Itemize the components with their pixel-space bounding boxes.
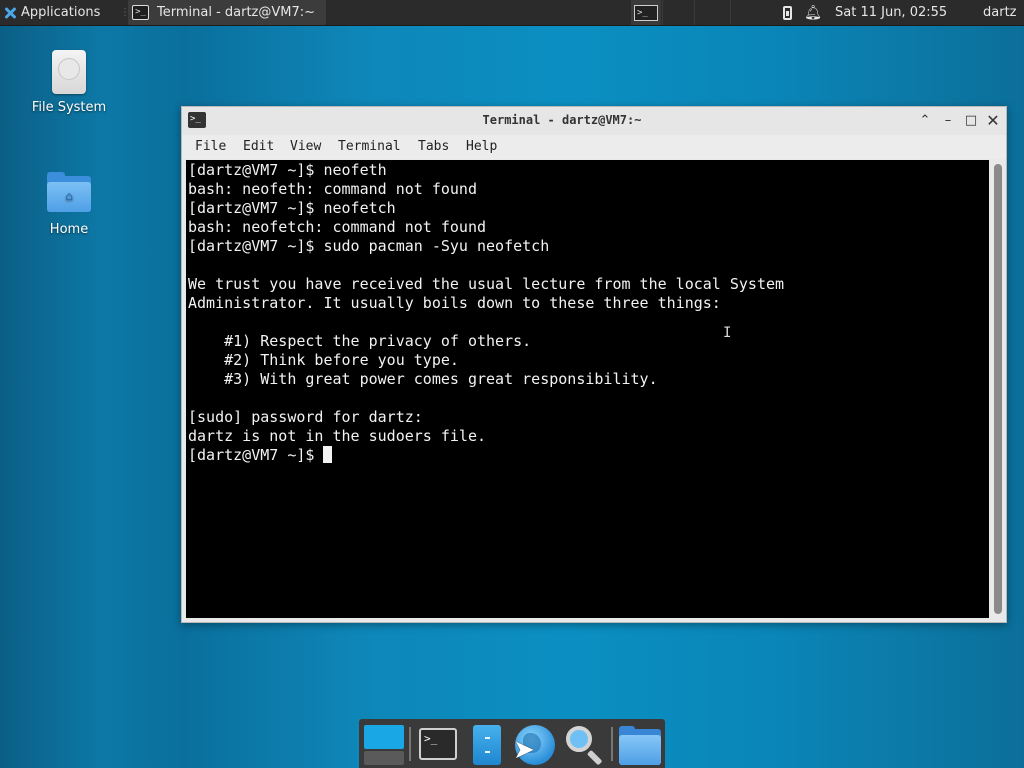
dock: >_ ➤ (359, 719, 665, 768)
menu-terminal[interactable]: Terminal (338, 139, 401, 154)
terminal-line: bash: neofetch: command not found (188, 218, 487, 236)
notification-bell-icon[interactable]: 🔔︎ (804, 0, 822, 25)
home-folder-icon: ⌂ (47, 172, 91, 214)
menu-tabs[interactable]: Tabs (418, 139, 449, 154)
terminal-line: We trust you have received the usual lec… (188, 275, 785, 293)
terminal-scrollbar[interactable] (991, 160, 1005, 618)
dock-separator (611, 727, 613, 761)
panel-clock[interactable]: Sat 11 Jun, 02:55 (835, 0, 975, 25)
minimize-button[interactable]: – (938, 111, 958, 131)
xfce-logo-icon (3, 6, 17, 20)
dock-app-finder-launcher[interactable] (563, 723, 605, 766)
desktop-icon-label: File System (31, 100, 107, 115)
text-cursor-ibeam-icon: I (723, 325, 732, 341)
top-panel: Applications ⋮ >_ Terminal - dartz@VM7:~… (0, 0, 1024, 26)
terminal-window: >_ Terminal - dartz@VM7:~ ⌃ – □ ✕ File E… (181, 106, 1007, 623)
taskbar-terminal-button[interactable]: >_ Terminal - dartz@VM7:~ (128, 0, 326, 25)
menu-help[interactable]: Help (466, 139, 497, 154)
dock-terminal-launcher[interactable]: >_ (417, 723, 459, 765)
terminal-line: dartz is not in the sudoers file. (188, 427, 487, 445)
dock-web-browser-launcher[interactable]: ➤ (513, 723, 555, 765)
menubar: File Edit View Terminal Tabs Help (182, 135, 1006, 159)
shade-button[interactable]: ⌃ (915, 111, 935, 131)
window-title: Terminal - dartz@VM7:~ (482, 113, 642, 127)
terminal-line: Administrator. It usually boils down to … (188, 294, 721, 312)
panel-user[interactable]: dartz (983, 0, 1024, 25)
workspace-terminal-icon: >_ (634, 4, 658, 21)
workspace-4[interactable] (730, 0, 767, 25)
dock-file-manager-launcher[interactable] (465, 723, 507, 765)
battery-icon[interactable] (778, 0, 796, 25)
menu-file[interactable]: File (195, 139, 226, 154)
magnifier-icon (566, 726, 592, 752)
scrollbar-thumb[interactable] (994, 164, 1002, 614)
show-desktop-button[interactable] (363, 723, 405, 765)
terminal-line: bash: neofeth: command not found (188, 180, 477, 198)
dock-home-folder-launcher[interactable] (619, 723, 661, 765)
terminal-line: #3) With great power comes great respons… (188, 370, 658, 388)
window-titlebar[interactable]: >_ Terminal - dartz@VM7:~ ⌃ – □ ✕ (182, 107, 1006, 135)
terminal-line: [dartz@VM7 ~]$ sudo pacman -Syu neofetch (188, 237, 550, 255)
applications-menu[interactable]: Applications (0, 0, 120, 25)
workspace-3[interactable] (694, 0, 731, 25)
folder-icon (619, 735, 661, 765)
terminal-cursor (323, 446, 333, 463)
applications-label: Applications (21, 5, 101, 20)
taskbar-terminal-title: Terminal - dartz@VM7:~ (157, 5, 316, 20)
workspace-1[interactable]: >_ (631, 0, 661, 25)
terminal-line: #2) Think before you type. (188, 351, 459, 369)
terminal-line: [dartz@VM7 ~]$ neofeth (188, 161, 387, 179)
menu-edit[interactable]: Edit (243, 139, 274, 154)
terminal-line: [sudo] password for dartz: (188, 408, 423, 426)
desktop-icon-home[interactable]: ⌂ Home (19, 170, 119, 237)
desktop-icon-label: Home (49, 222, 89, 237)
panel-separator: ⋮ (120, 7, 126, 18)
terminal-line: #1) Respect the privacy of others. (188, 332, 532, 350)
file-manager-icon (473, 725, 501, 765)
menu-view[interactable]: View (290, 139, 321, 154)
drive-icon (52, 50, 86, 94)
terminal-prompt-line: [dartz@VM7 ~]$ (188, 446, 989, 465)
terminal-icon: >_ (132, 5, 149, 20)
dock-separator (409, 727, 411, 761)
terminal-icon: >_ (419, 728, 457, 760)
terminal-output[interactable]: [dartz@VM7 ~]$ neofeth bash: neofeth: co… (186, 160, 989, 618)
workspace-2[interactable] (662, 0, 695, 25)
desktop-icon-file-system[interactable]: File System (19, 50, 119, 115)
terminal-line: [dartz@VM7 ~]$ neofetch (188, 199, 396, 217)
terminal-prompt: [dartz@VM7 ~]$ (188, 446, 324, 464)
maximize-button[interactable]: □ (961, 111, 981, 131)
close-button[interactable]: ✕ (983, 111, 1003, 131)
